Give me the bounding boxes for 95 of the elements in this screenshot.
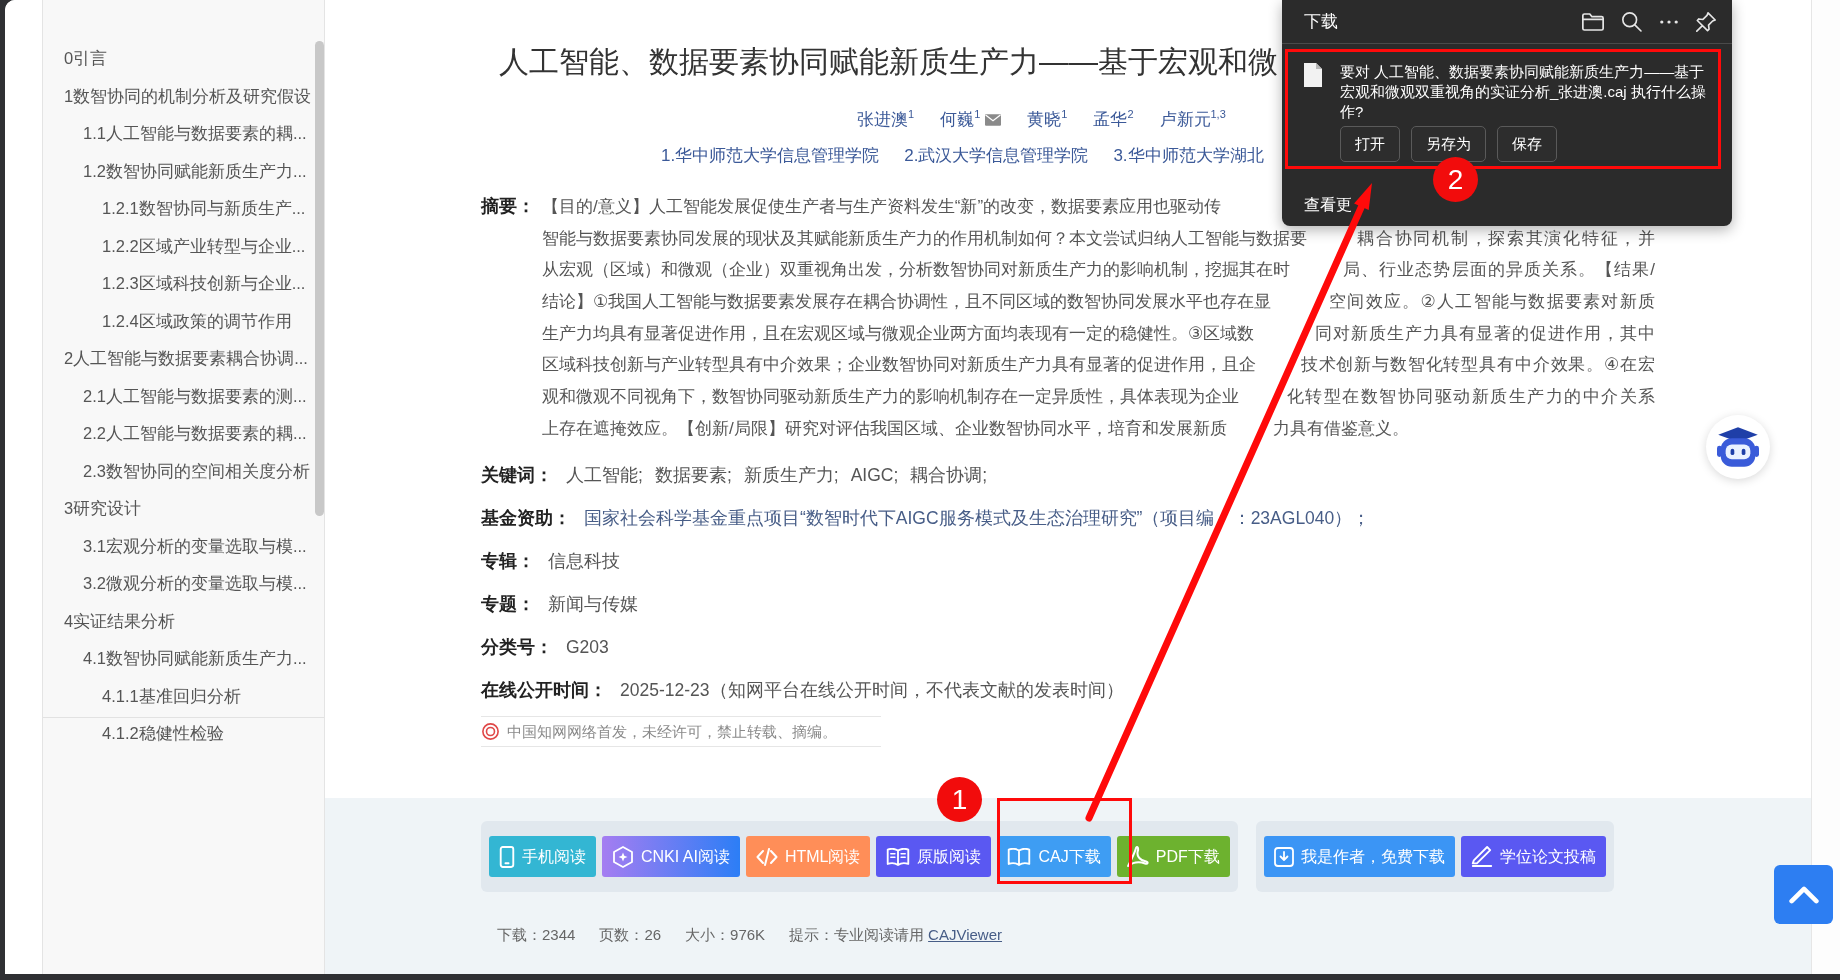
download-icon — [1273, 846, 1294, 867]
abstract-text: 观和微观不同视角下，数智协同驱动新质生产力的影响机制存在一定异质性，具体表现为企业 — [542, 386, 1239, 409]
field-label: 关键词： — [481, 463, 553, 487]
keyword-link[interactable]: 新质生产力; — [743, 462, 839, 488]
pdf-icon — [1126, 845, 1149, 868]
panel-button[interactable]: 保存 — [1497, 126, 1557, 162]
toc-link[interactable]: 4实证结果分析 — [43, 602, 309, 640]
hexagon-icon — [612, 845, 634, 868]
toc-link[interactable]: 4.1.2稳健性检验 — [43, 715, 309, 753]
search-icon[interactable] — [1622, 11, 1642, 32]
toc-link[interactable]: 2.1人工智能与数据要素的测... — [43, 377, 309, 415]
abstract-text: 局、行业态势层面的异质关系。【结果/ — [1343, 259, 1655, 282]
abstract-text: 化转型在数智协同驱动新质生产力的中介关系 — [1286, 386, 1655, 409]
abstract-text: 空间效应。②人工智能与数据要素对新质 — [1329, 291, 1655, 314]
abstract-text: 生产力均具有显著促进作用，且在宏观区域与微观企业两方面均表现有一定的稳健性。③区域数 — [542, 322, 1255, 345]
keyword-link[interactable]: 数据要素; — [654, 462, 732, 488]
article-title: 人工智能、数据要素协同赋能新质生产力——基于宏观和微 — [498, 44, 1278, 80]
author-link[interactable]: 孟华$^{2}$ — [1093, 107, 1134, 133]
author-link[interactable]: 黄晓$^{1}$ — [1027, 107, 1068, 133]
stat-text: 大小：976K — [685, 925, 766, 945]
affiliation-link[interactable]: 2.武汉大学信息管理学院 — [904, 143, 1089, 169]
toc-link[interactable]: 0引言 — [43, 40, 309, 78]
field-value: 信息科技 — [548, 549, 620, 573]
panel-button[interactable]: 另存为 — [1411, 126, 1486, 162]
book-icon — [886, 847, 911, 866]
fund-link[interactable]: 国家社会科学基金重点项目“数智时代下AIGC服务模式及生态治理研究”（项目编 — [584, 505, 1215, 531]
author-link[interactable]: 张进澳$^{1}$ — [857, 107, 915, 133]
affiliation-link[interactable]: 1.华中师范大学信息管理学院 — [661, 143, 880, 169]
toc-link[interactable]: 2.2人工智能与数据要素的耦... — [43, 415, 309, 453]
field-label: 基金资助： — [481, 506, 571, 530]
robot-icon — [1717, 427, 1759, 467]
abstract-text: 耦合协同机制，探索其演化特征，并 — [1357, 227, 1655, 250]
mail-icon[interactable] — [985, 114, 1002, 126]
toc-link[interactable]: 1.2.4区域政策的调节作用 — [43, 302, 309, 340]
stat-text: 下载：2344 — [497, 925, 576, 945]
abstract-text: 技术创新与数智化转型具有中介效果。④在宏 — [1300, 354, 1655, 377]
keyword-link[interactable]: 人工智能; — [566, 462, 643, 488]
download-prompt: 要对 人工智能、数据要素协同赋能新质生产力——基于宏观和微观双重视角的实证分析_张进澳.caj 执行什么操作? — [1340, 62, 1707, 122]
code-icon — [755, 847, 778, 866]
scrollbar-thumb[interactable] — [315, 41, 324, 516]
toc-link[interactable]: 1.2.1数智协同与新质生产... — [43, 190, 309, 228]
toc-link[interactable]: 1.2.3区域科技创新与企业... — [43, 265, 309, 303]
toc-link[interactable]: 1.2.2区域产业转型与企业... — [43, 227, 309, 265]
action-button[interactable]: 原版阅读 — [876, 836, 992, 877]
field-value: G203 — [566, 635, 609, 659]
abstract-text: 区域科技创新与产业转型具有中介效果；企业数智协同对新质生产力具有显著的促进作用，且企 — [542, 354, 1256, 377]
abstract-text: 智能与数据要素协同发展的现状及其赋能新质生产力的作用机制如何？本文尝试归纳人工智能与数据要 — [542, 227, 1307, 250]
toc-link[interactable]: 1数智协同的机制分析及研究假设 — [43, 77, 309, 115]
abstract-text: 上存在遮掩效应。【创新/局限】研究对评估我国区域、企业数智协同水平，培育和发展新质 — [542, 417, 1227, 440]
field-value: 2025-12-23（知网平台在线公开时间，不代表文献的发表时间） — [620, 678, 1124, 702]
see-more-link[interactable]: 查看更 — [1304, 194, 1352, 216]
abstract-text: 从宏观（区域）和微观（企业）双重视角出发，分析数智协同对新质生产力的影响机制，挖掘其在时 — [542, 259, 1290, 282]
back-to-top-button[interactable] — [1774, 865, 1833, 924]
toc-link[interactable]: 3.1宏观分析的变量选取与模... — [43, 527, 309, 565]
field-label: 专题： — [481, 592, 535, 616]
pen-icon — [1470, 846, 1493, 867]
abstract-text: 同对新质生产力具有显著的促进作用，其中 — [1314, 322, 1655, 345]
keyword-link[interactable]: 耦合协调; — [910, 462, 988, 488]
abstract-label: 摘要： — [481, 195, 536, 218]
toc-link[interactable]: 1.1人工智能与数据要素的耦... — [43, 115, 309, 153]
toc-link[interactable]: 1.2数智协同赋能新质生产力... — [43, 152, 309, 190]
file-icon — [1304, 63, 1322, 87]
toc-link[interactable]: 4.1数智协同赋能新质生产力... — [43, 640, 309, 678]
target-icon — [482, 722, 499, 740]
toc-link[interactable]: 4.1.1基准回归分析 — [43, 677, 309, 715]
field-label: 在线公开时间： — [481, 678, 607, 702]
fund-link[interactable]: ：23AGL040）； — [1232, 505, 1371, 531]
phone-icon — [499, 845, 515, 868]
toc-link[interactable]: 2人工智能与数据要素耦合协调... — [43, 340, 309, 378]
more-icon[interactable] — [1660, 19, 1678, 24]
author-link[interactable]: 卢新元$^{1,3}$ — [1159, 107, 1226, 133]
abstract-text: 【目的/意义】人工智能发展促使生产者与生产资料发生“新”的改变，数据要素应用也驱动传 — [542, 196, 1222, 218]
hint-text: 提示：专业阅读请用 — [789, 925, 925, 945]
panel-button[interactable]: 打开 — [1340, 126, 1400, 162]
pin-icon[interactable] — [1696, 11, 1716, 32]
author-link[interactable]: 何巍$^{1}$ — [940, 107, 981, 133]
field-value: 新闻与传媒 — [548, 592, 638, 616]
chevron-up-icon — [1788, 885, 1819, 904]
affiliation-link[interactable]: 3.华中师范大学湖北 — [1113, 143, 1264, 169]
abstract-text: 结论】①我国人工智能与数据要素发展存在耦合协调性，且不同区域的数智协同发展水平也存在显 — [542, 291, 1272, 314]
panel-title: 下载 — [1304, 10, 1338, 33]
action-button[interactable]: CNKI AI阅读 — [602, 836, 740, 877]
field-label: 专辑： — [481, 549, 535, 573]
toc-link[interactable]: 3研究设计 — [43, 490, 309, 528]
field-label: 分类号： — [481, 635, 553, 659]
abstract-text: 力具有借鉴意义。 — [1272, 417, 1409, 440]
stat-text: 页数：26 — [599, 925, 662, 945]
folder-icon[interactable] — [1582, 12, 1604, 31]
book-icon — [1007, 847, 1032, 866]
action-button[interactable]: 学位论文投稿 — [1460, 836, 1606, 877]
notice-text: 中国知网网络首发，未经许可，禁止转载、摘编。 — [507, 721, 837, 742]
toc-link[interactable]: 2.3数智协同的空间相关度分析 — [43, 452, 309, 490]
toc-link[interactable]: 3.2微观分析的变量选取与模... — [43, 565, 309, 603]
viewer-link[interactable]: CAJViewer — [928, 923, 1003, 947]
keyword-link[interactable]: AIGC; — [850, 462, 899, 488]
